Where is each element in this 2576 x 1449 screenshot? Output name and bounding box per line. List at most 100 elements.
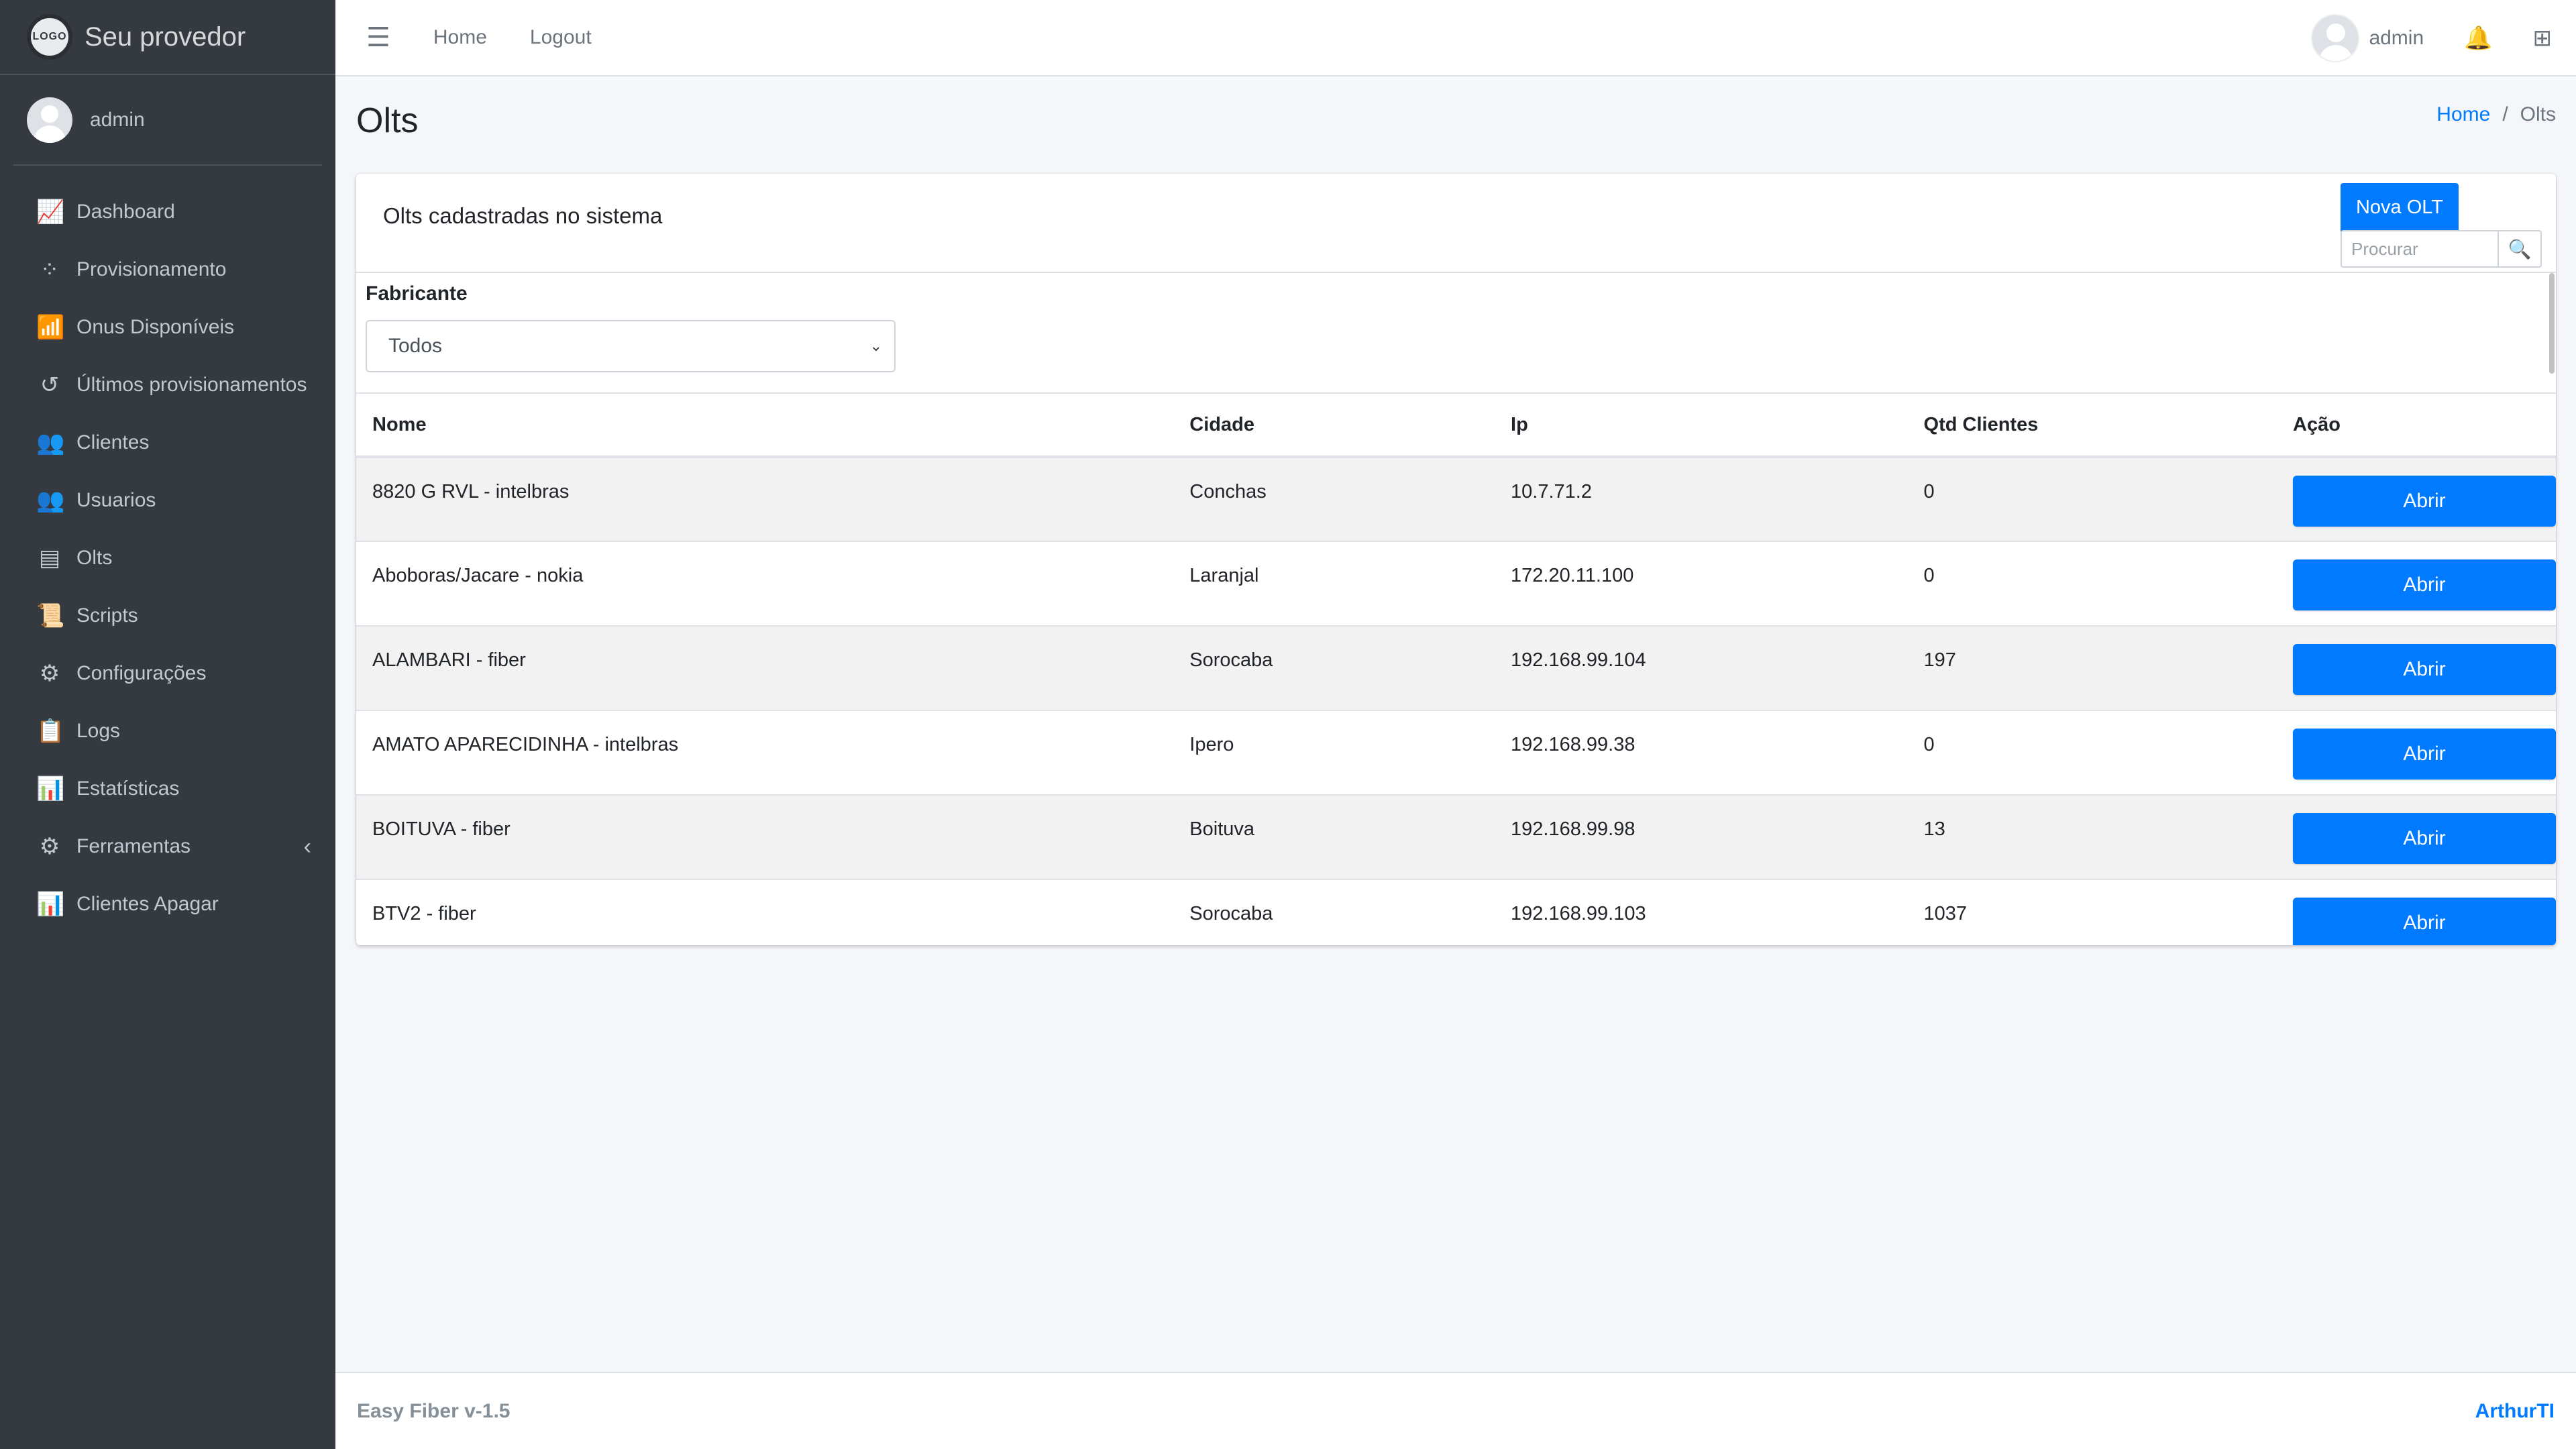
sidebar-item-label: Ferramentas — [76, 835, 191, 857]
cell-qtd-clientes: 1037 — [1907, 879, 2277, 945]
breadcrumb-home-link[interactable]: Home — [2436, 103, 2490, 126]
sidebar-item-scripts[interactable]: 📜 Scripts — [0, 587, 335, 645]
search-icon: 🔍 — [2508, 238, 2532, 260]
open-olt-button[interactable]: Abrir — [2293, 813, 2556, 864]
cell-qtd-clientes: 0 — [1907, 710, 2277, 795]
nav-home-link[interactable]: Home — [433, 26, 487, 49]
brand-link[interactable]: LOGO Seu provedor — [0, 0, 335, 75]
breadcrumb-current: Olts — [2520, 103, 2556, 125]
bell-icon[interactable]: 🔔 — [2464, 25, 2492, 52]
sidebar-item-dashboard[interactable]: 📈 Dashboard — [0, 183, 335, 241]
search-group: 🔍 — [2341, 230, 2542, 268]
card-title: Olts cadastradas no sistema — [383, 203, 663, 228]
sidebar-item-ultimos-provisionamentos[interactable]: ↺ Últimos provisionamentos — [0, 356, 335, 414]
open-olt-button[interactable]: Abrir — [2293, 644, 2556, 695]
sidebar-item-estatisticas[interactable]: 📊 Estatísticas — [0, 760, 335, 818]
cell-cidade: Boituva — [1173, 794, 1495, 879]
cog-icon: ⚙ — [39, 834, 60, 859]
table-header-row: Nome Cidade Ip Qtd Clientes Ação — [356, 394, 2556, 458]
chart-line-icon: 📈 — [36, 199, 65, 225]
column-header-qtd-clientes[interactable]: Qtd Clientes — [1907, 394, 2277, 458]
fabricante-select-value: Todos — [388, 335, 443, 357]
olts-card: Olts cadastradas no sistema Nova OLT 🔍 F… — [356, 174, 2556, 945]
brand-logo: LOGO — [27, 14, 72, 60]
cell-qtd-clientes: 0 — [1907, 456, 2277, 541]
sidebar-item-label: Onus Disponíveis — [76, 316, 235, 338]
column-header-acao: Ação — [2277, 394, 2556, 458]
top-navbar: ☰ Home Logout admin 🔔 ⊞ — [335, 0, 2576, 76]
cell-acao: Abrir — [2277, 456, 2556, 541]
search-button[interactable]: 🔍 — [2499, 230, 2542, 268]
sidebar-item-clientes-apagar[interactable]: 📊 Clientes Apagar — [0, 875, 335, 933]
sidebar-item-label: Olts — [76, 547, 113, 569]
navbar-user-name[interactable]: admin — [2369, 27, 2424, 50]
table-row: BOITUVA - fiber Boituva 192.168.99.98 13… — [356, 794, 2556, 879]
search-input[interactable] — [2341, 230, 2499, 268]
sidebar-item-label: Logs — [76, 720, 121, 742]
open-olt-button[interactable]: Abrir — [2293, 559, 2556, 610]
sidebar: LOGO Seu provedor admin 📈 Dashboard ⁘ Pr… — [0, 0, 335, 1449]
breadcrumb-separator: / — [2502, 103, 2508, 125]
footer: Easy Fiber v-1.5 ArthurTI — [335, 1372, 2576, 1449]
filter-section: Fabricante Todos ⌄ — [356, 273, 2556, 394]
sidebar-item-label: Dashboard — [76, 201, 175, 223]
cell-ip: 192.168.99.38 — [1495, 710, 1908, 795]
breadcrumb: Home / Olts — [2436, 103, 2556, 126]
sidebar-item-usuarios[interactable]: 👥 Usuarios — [0, 472, 335, 529]
sidebar-item-label: Configurações — [76, 662, 207, 684]
scroll-icon: 📜 — [36, 603, 65, 629]
footer-version: Easy Fiber v-1.5 — [357, 1400, 511, 1422]
hamburger-menu-icon[interactable]: ☰ — [366, 22, 390, 53]
cell-ip: 192.168.99.104 — [1495, 625, 1908, 710]
sidebar-item-ferramentas[interactable]: ⚙ Ferramentas ‹ — [0, 818, 335, 875]
table-row: ALAMBARI - fiber Sorocaba 192.168.99.104… — [356, 625, 2556, 710]
table-row: 8820 G RVL - intelbras Conchas 10.7.71.2… — [356, 456, 2556, 541]
rss-icon: 📶 — [36, 315, 65, 340]
spinner-icon: ⁘ — [40, 257, 60, 282]
cell-nome: BTV2 - fiber — [356, 879, 1174, 945]
cell-nome: BOITUVA - fiber — [356, 794, 1174, 879]
cell-ip: 192.168.99.103 — [1495, 879, 1908, 945]
open-olt-button[interactable]: Abrir — [2293, 476, 2556, 527]
sidebar-item-label: Usuarios — [76, 489, 156, 511]
scrollbar[interactable] — [2549, 273, 2555, 374]
clipboard-icon: 📋 — [36, 718, 65, 744]
user-panel[interactable]: admin — [13, 75, 322, 166]
cell-acao: Abrir — [2277, 710, 2556, 795]
sidebar-item-clientes[interactable]: 👥 Clientes — [0, 414, 335, 472]
chevron-down-icon: ⌄ — [869, 337, 882, 354]
table-row: Aboboras/Jacare - nokia Laranjal 172.20.… — [356, 541, 2556, 626]
sidebar-item-label: Provisionamento — [76, 258, 227, 280]
cell-nome: AMATO APARECIDINHA - intelbras — [356, 710, 1174, 795]
sidebar-item-label: Estatísticas — [76, 777, 180, 800]
sidebar-item-logs[interactable]: 📋 Logs — [0, 702, 335, 760]
sidebar-user-name[interactable]: admin — [90, 109, 145, 131]
new-olt-button[interactable]: Nova OLT — [2341, 183, 2459, 231]
column-header-ip[interactable]: Ip — [1495, 394, 1908, 458]
open-olt-button[interactable]: Abrir — [2293, 898, 2556, 945]
nav-logout-link[interactable]: Logout — [530, 26, 592, 49]
open-olt-button[interactable]: Abrir — [2293, 729, 2556, 780]
column-header-nome[interactable]: Nome — [356, 394, 1174, 458]
sidebar-item-provisionamento[interactable]: ⁘ Provisionamento — [0, 241, 335, 299]
chevron-left-icon[interactable]: ‹ — [304, 834, 311, 860]
grid-icon[interactable]: ⊞ — [2533, 25, 2553, 52]
avatar — [27, 97, 72, 143]
brand-name: Seu provedor — [85, 21, 246, 52]
cell-acao: Abrir — [2277, 794, 2556, 879]
sidebar-item-olts[interactable]: ▤ Olts — [0, 529, 335, 587]
cell-qtd-clientes: 13 — [1907, 794, 2277, 879]
cell-cidade: Laranjal — [1173, 541, 1495, 626]
chart-bar-icon: 📊 — [36, 776, 65, 802]
avatar[interactable] — [2311, 14, 2360, 62]
card-header: Olts cadastradas no sistema Nova OLT 🔍 — [356, 174, 2556, 273]
cell-cidade: Conchas — [1173, 456, 1495, 541]
history-icon: ↺ — [40, 372, 60, 398]
sidebar-item-configuracoes[interactable]: ⚙ Configurações — [0, 645, 335, 702]
column-header-cidade[interactable]: Cidade — [1173, 394, 1495, 458]
sidebar-item-onus-disponiveis[interactable]: 📶 Onus Disponíveis — [0, 299, 335, 356]
cell-qtd-clientes: 197 — [1907, 625, 2277, 710]
footer-author-link[interactable]: ArthurTI — [2475, 1400, 2555, 1423]
fabricante-select[interactable]: Todos ⌄ — [366, 320, 896, 372]
cell-cidade: Ipero — [1173, 710, 1495, 795]
